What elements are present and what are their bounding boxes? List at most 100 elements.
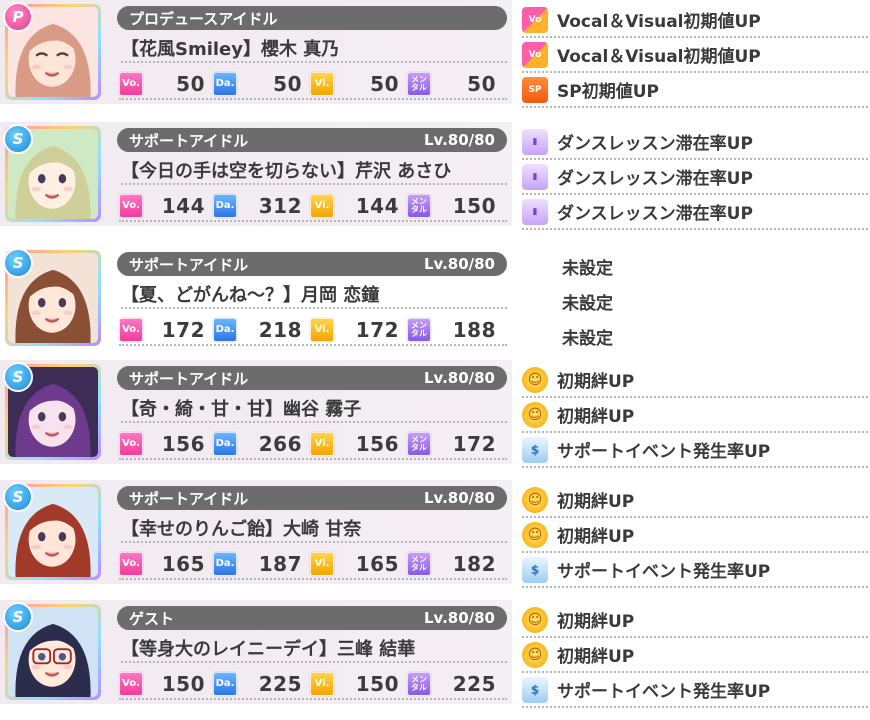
idol-portrait[interactable]: S [3,248,101,346]
stat-mental: メンタル 188 [407,318,504,342]
unit-row[interactable]: S サポートアイドル Lv.80/80 【奇・綺・甘・甘】幽谷 霧子 Vo. 1… [0,360,870,468]
unit-row[interactable]: S ゲスト Lv.80/80 【等身大のレイニーデイ】三峰 結華 Vo. 150… [0,600,870,708]
vi-stat-value: 172 [355,318,399,342]
idol-type-header: ゲスト Lv.80/80 [117,606,507,630]
stat-vo: Vo. 156 [119,432,213,456]
unit-row[interactable]: P プロデュースアイドル 【花風Smiley】櫻木 真乃 Vo. 50 Da. … [0,0,870,108]
stat-da: Da. 50 [213,72,310,96]
vo-stat-value: 172 [161,318,205,342]
stat-vo: Vo. 50 [119,72,213,96]
mental-stat-value: 188 [452,318,496,342]
stat-vi: Vi. 50 [310,72,407,96]
stat-row: Vo. 156 Da. 266 Vi. 156 メンタル 172 [119,430,507,460]
skill-item[interactable]: 未設定 [522,284,868,319]
da-stat-value: 187 [258,552,302,576]
idol-portrait[interactable]: S [3,124,101,222]
skill-item[interactable]: $ サポートイベント発生率UP [522,433,868,468]
skill-item[interactable]: Vo Vocal＆Visual初期値UP [522,38,868,73]
level-label: Lv.80/80 [423,609,495,627]
dance-lesson-icon: ▮ [522,163,548,190]
vi-stat-value: 144 [355,194,399,218]
skill-item[interactable]: ▮ ダンスレッスン滞在率UP [522,125,868,160]
sp-icon: SP [522,76,548,103]
skill-item[interactable]: 未設定 [522,249,868,284]
unit-row[interactable]: S サポートアイドル Lv.80/80 【今日の手は空を切らない】芹沢 あさひ … [0,122,870,230]
skill-item[interactable]: ☺ 初期絆UP [522,638,868,673]
support-event-icon: $ [522,556,548,583]
da-stat-icon: Da. [213,194,237,218]
da-stat-icon: Da. [213,672,237,696]
stat-row: Vo. 150 Da. 225 Vi. 150 メンタル 225 [119,670,507,700]
stat-da: Da. 312 [213,194,310,218]
da-stat-value: 218 [258,318,302,342]
da-stat-icon: Da. [213,72,237,96]
stat-vi: Vi. 172 [310,318,407,342]
idol-type-label: プロデュースアイドル [129,9,278,28]
skill-label: サポートイベント発生率UP [557,442,771,462]
vi-stat-value: 165 [355,552,399,576]
stat-row: Vo. 144 Da. 312 Vi. 144 メンタル 150 [119,192,507,222]
vocal-visual-icon: Vo [522,6,548,33]
stat-da: Da. 225 [213,672,310,696]
bond-icon: ☺ [522,366,548,393]
stat-vi: Vi. 150 [310,672,407,696]
skill-item[interactable]: SP SP初期値UP [522,73,868,108]
skill-label: サポートイベント発生率UP [557,562,771,582]
vi-stat-icon: Vi. [310,194,334,218]
skill-item[interactable]: ▮ ダンスレッスン滞在率UP [522,160,868,195]
role-badge-icon: S [3,482,33,512]
skill-label: ダンスレッスン滞在率UP [557,204,753,224]
dance-lesson-icon: ▮ [522,128,548,155]
skill-item[interactable]: 未設定 [522,319,868,354]
skill-label: ダンスレッスン滞在率UP [557,134,753,154]
vi-stat-icon: Vi. [310,672,334,696]
dance-lesson-icon: ▮ [522,198,548,225]
stat-row: Vo. 50 Da. 50 Vi. 50 メンタル 50 [119,70,507,100]
vi-stat-icon: Vi. [310,432,334,456]
idol-portrait[interactable]: S [3,482,101,580]
vo-stat-icon: Vo. [119,432,143,456]
vo-stat-icon: Vo. [119,318,143,342]
skill-item[interactable]: ☺ 初期絆UP [522,398,868,433]
idol-type-header: プロデュースアイドル [117,6,507,30]
stat-mental: メンタル 150 [407,194,504,218]
skill-label: 初期絆UP [557,527,635,547]
idol-type-label: サポートアイドル [129,369,249,388]
role-badge-icon: P [3,2,33,32]
da-stat-value: 312 [258,194,302,218]
skill-item[interactable]: ☺ 初期絆UP [522,483,868,518]
skill-item[interactable]: ▮ ダンスレッスン滞在率UP [522,195,868,230]
idol-portrait[interactable]: P [3,2,101,100]
skill-label: 未設定 [562,294,613,314]
bond-icon: ☺ [522,521,548,548]
skill-item[interactable]: $ サポートイベント発生率UP [522,673,868,708]
da-stat-value: 266 [258,432,302,456]
da-stat-value: 225 [258,672,302,696]
vocal-visual-icon: Vo [522,41,548,68]
idol-portrait[interactable]: S [3,362,101,460]
skill-item[interactable]: ☺ 初期絆UP [522,363,868,398]
vo-stat-value: 50 [176,72,205,96]
unit-row[interactable]: S サポートアイドル Lv.80/80 【幸せのりんご飴】大崎 甘奈 Vo. 1… [0,480,870,588]
mental-stat-icon: メンタル [407,194,431,218]
stat-mental: メンタル 225 [407,672,504,696]
skill-item[interactable]: Vo Vocal＆Visual初期値UP [522,3,868,38]
mental-stat-value: 150 [452,194,496,218]
idol-type-label: サポートアイドル [129,255,249,274]
mental-stat-icon: メンタル [407,552,431,576]
da-stat-icon: Da. [213,432,237,456]
stat-row: Vo. 165 Da. 187 Vi. 165 メンタル 182 [119,550,507,580]
level-label: Lv.80/80 [423,255,495,273]
card-name: 【今日の手は空を切らない】芹沢 あさひ [121,157,507,185]
level-label: Lv.80/80 [423,369,495,387]
unit-row[interactable]: S サポートアイドル Lv.80/80 【夏、どがんね～？】月岡 恋鐘 Vo. … [0,246,870,350]
role-badge-icon: S [3,362,33,392]
skill-item[interactable]: ☺ 初期絆UP [522,603,868,638]
vo-stat-icon: Vo. [119,672,143,696]
idol-portrait[interactable]: S [3,602,101,700]
vi-stat-value: 156 [355,432,399,456]
stat-vo: Vo. 144 [119,194,213,218]
vo-stat-value: 144 [161,194,205,218]
skill-item[interactable]: ☺ 初期絆UP [522,518,868,553]
skill-item[interactable]: $ サポートイベント発生率UP [522,553,868,588]
